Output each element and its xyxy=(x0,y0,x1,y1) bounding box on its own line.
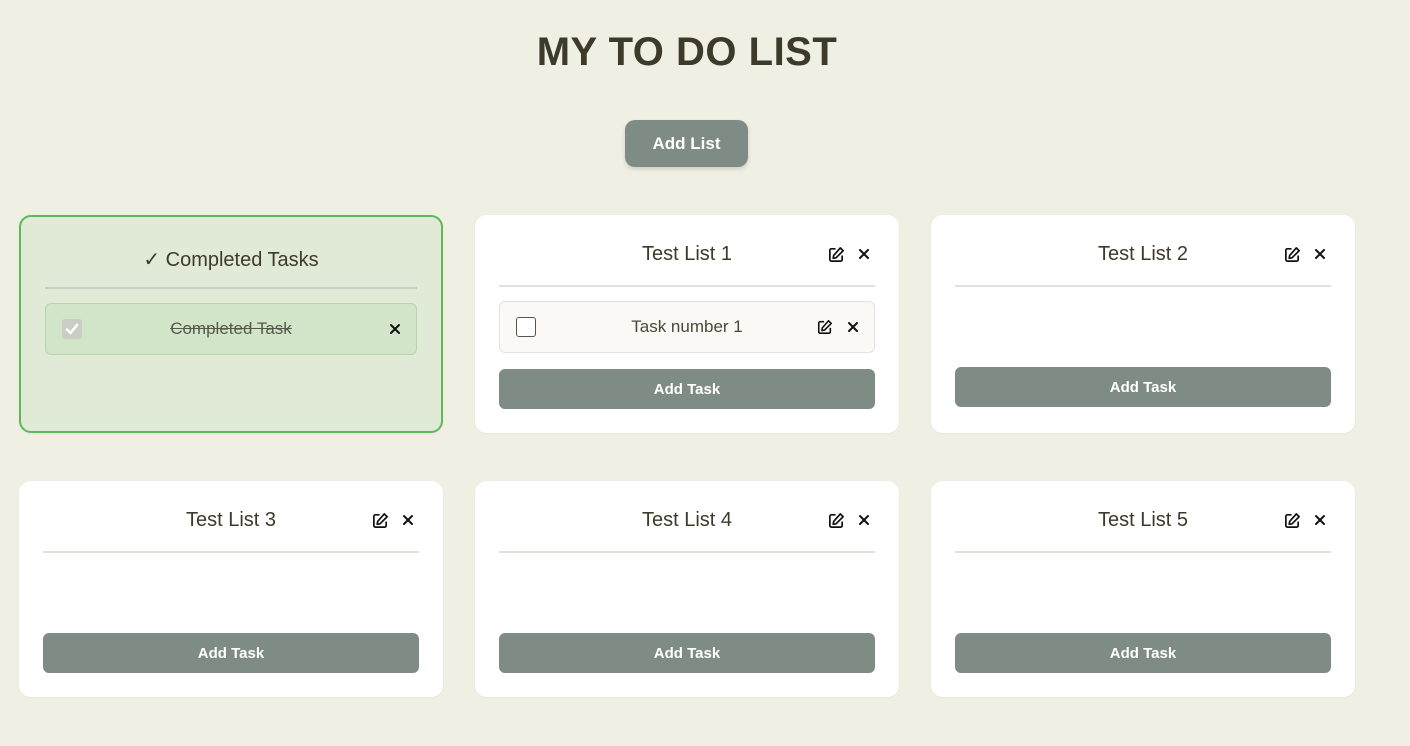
completed-task-row: Completed Task xyxy=(45,303,417,355)
edit-list-button[interactable] xyxy=(1281,243,1303,265)
completed-tasks-card: ✓ Completed Tasks Completed Task xyxy=(19,215,443,433)
edit-icon xyxy=(1284,512,1300,528)
edit-list-button[interactable] xyxy=(1281,509,1303,531)
card-header: Test List 2 xyxy=(955,231,1331,287)
list-card: Test List 4 Add Task xyxy=(475,481,899,697)
close-icon xyxy=(848,322,858,332)
close-icon xyxy=(859,515,869,525)
card-header: ✓ Completed Tasks xyxy=(45,233,417,289)
card-header: Test List 1 xyxy=(499,231,875,287)
list-card: Test List 5 Add Task xyxy=(931,481,1355,697)
close-icon xyxy=(859,249,869,259)
delete-list-button[interactable] xyxy=(853,243,875,265)
card-title: Test List 2 xyxy=(1097,243,1189,265)
close-icon xyxy=(1315,249,1325,259)
page-title: MY TO DO LIST xyxy=(536,30,838,74)
delete-task-button[interactable] xyxy=(384,318,406,340)
delete-task-button[interactable] xyxy=(842,316,864,338)
delete-list-button[interactable] xyxy=(1309,509,1331,531)
edit-icon xyxy=(1284,246,1300,262)
task-row: Task number 1 xyxy=(499,301,875,353)
card-title: Test List 4 xyxy=(641,509,733,531)
delete-list-button[interactable] xyxy=(1309,243,1331,265)
task-text: Completed Task xyxy=(170,319,292,338)
close-icon xyxy=(403,515,413,525)
card-title: Test List 3 xyxy=(185,509,277,531)
delete-list-button[interactable] xyxy=(397,509,419,531)
delete-list-button[interactable] xyxy=(853,509,875,531)
edit-icon xyxy=(817,319,833,335)
edit-list-button[interactable] xyxy=(369,509,391,531)
add-task-button[interactable]: Add Task xyxy=(499,633,875,673)
close-icon xyxy=(390,324,400,334)
card-title: ✓ Completed Tasks xyxy=(143,249,319,271)
add-task-button[interactable]: Add Task xyxy=(955,367,1331,407)
list-card: Test List 3 Add Task xyxy=(19,481,443,697)
close-icon xyxy=(1315,515,1325,525)
add-task-button[interactable]: Add Task xyxy=(43,633,419,673)
card-header: Test List 5 xyxy=(955,497,1331,553)
card-title: Test List 1 xyxy=(641,243,733,265)
edit-icon xyxy=(828,512,844,528)
edit-list-button[interactable] xyxy=(825,509,847,531)
edit-list-button[interactable] xyxy=(825,243,847,265)
edit-icon xyxy=(828,246,844,262)
add-task-button[interactable]: Add Task xyxy=(955,633,1331,673)
card-title: Test List 5 xyxy=(1097,509,1189,531)
edit-icon xyxy=(372,512,388,528)
edit-task-button[interactable] xyxy=(814,316,836,338)
add-task-button[interactable]: Add Task xyxy=(499,369,875,409)
add-list-button[interactable]: Add List xyxy=(625,120,748,167)
card-header: Test List 4 xyxy=(499,497,875,553)
list-card: Test List 2 Add Task xyxy=(931,215,1355,433)
card-header: Test List 3 xyxy=(43,497,419,553)
list-card: Test List 1 Task number 1 Add Task xyxy=(475,215,899,433)
